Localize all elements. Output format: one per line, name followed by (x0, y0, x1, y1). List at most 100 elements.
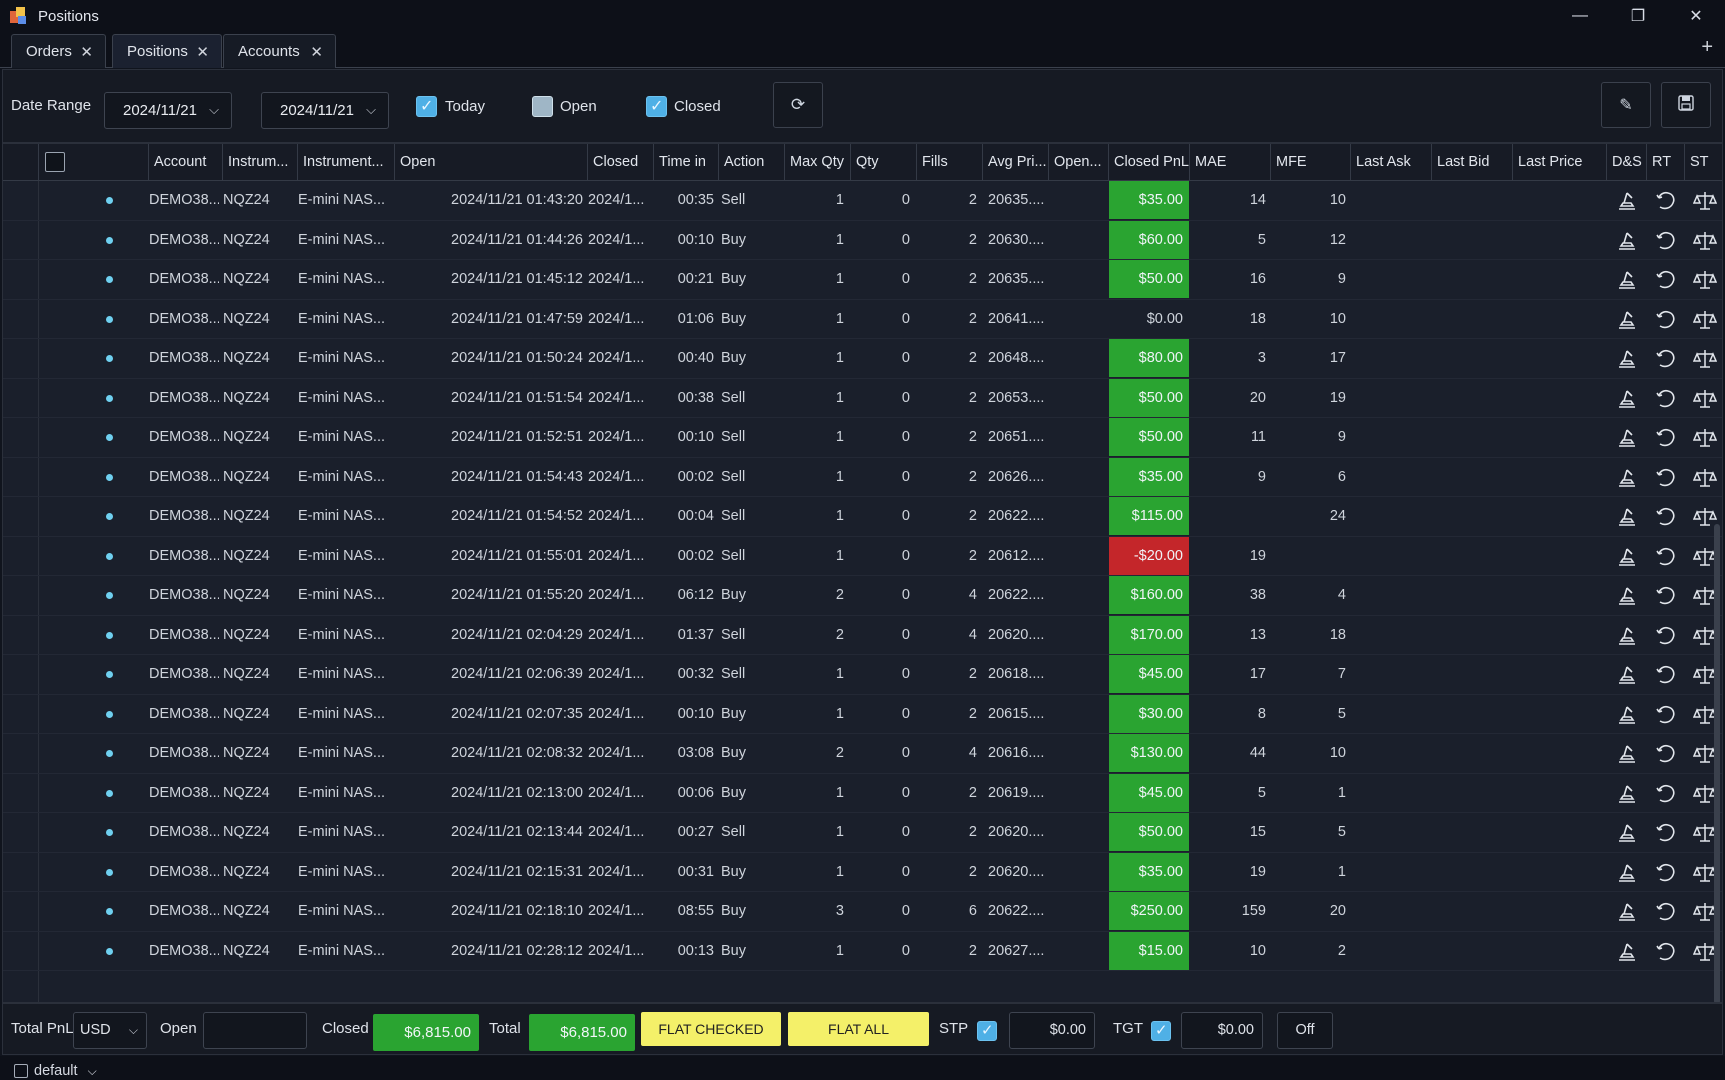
table-row[interactable]: DEMO38... NQZ24 E-mini NAS... 2024/11/21… (3, 536, 1722, 576)
reverse-trade-icon[interactable] (1654, 940, 1678, 964)
close-tab-icon[interactable]: ✕ (196, 43, 209, 61)
table-row[interactable]: DEMO38... NQZ24 E-mini NAS... 2024/11/21… (3, 418, 1722, 458)
reverse-trade-icon[interactable] (1654, 624, 1678, 648)
reverse-trade-icon[interactable] (1654, 861, 1678, 885)
chart-trader-icon[interactable] (1615, 584, 1639, 608)
chart-trader-icon[interactable] (1615, 900, 1639, 924)
reverse-trade-icon[interactable] (1654, 505, 1678, 529)
vertical-scrollbar[interactable] (1714, 524, 1720, 1002)
table-row[interactable]: DEMO38... NQZ24 E-mini NAS... 2024/11/21… (3, 655, 1722, 695)
table-row[interactable]: DEMO38... NQZ24 E-mini NAS... 2024/11/21… (3, 615, 1722, 655)
currency-select[interactable]: USD ⌵ (73, 1012, 147, 1049)
column-header-last-ask[interactable]: Last Ask (1351, 144, 1432, 181)
reverse-trade-icon[interactable] (1654, 347, 1678, 371)
chart-trader-icon[interactable] (1615, 624, 1639, 648)
chart-trader-icon[interactable] (1615, 703, 1639, 727)
chart-trader-icon[interactable] (1615, 505, 1639, 529)
column-header-instrument[interactable]: Instrum... (223, 144, 298, 181)
open-checkbox[interactable] (532, 96, 553, 117)
table-row[interactable]: DEMO38... NQZ24 E-mini NAS... 2024/11/21… (3, 220, 1722, 260)
flat-checked-button[interactable]: FLAT CHECKED (641, 1012, 781, 1046)
save-button[interactable] (1661, 82, 1711, 128)
reverse-trade-icon[interactable] (1654, 821, 1678, 845)
column-header-closed-pnl[interactable]: Closed PnL (1109, 144, 1190, 181)
balance-scale-icon[interactable] (1693, 387, 1717, 411)
balance-scale-icon[interactable] (1693, 466, 1717, 490)
reverse-trade-icon[interactable] (1654, 387, 1678, 411)
table-row[interactable]: DEMO38... NQZ24 E-mini NAS... 2024/11/21… (3, 339, 1722, 379)
balance-scale-icon[interactable] (1693, 426, 1717, 450)
column-header-qty[interactable]: Qty (851, 144, 917, 181)
reverse-trade-icon[interactable] (1654, 466, 1678, 490)
chart-trader-icon[interactable] (1615, 861, 1639, 885)
reverse-trade-icon[interactable] (1654, 268, 1678, 292)
column-header-mfe[interactable]: MFE (1271, 144, 1351, 181)
reverse-trade-icon[interactable] (1654, 782, 1678, 806)
date-from-picker[interactable]: 2024/11/21 ⌵ (104, 92, 232, 129)
tgt-checkbox[interactable] (1151, 1021, 1171, 1041)
select-all-checkbox[interactable] (45, 152, 65, 172)
column-header-action[interactable]: Action (719, 144, 785, 181)
column-header-fills[interactable]: Fills (917, 144, 983, 181)
table-row[interactable]: DEMO38... NQZ24 E-mini NAS... 2024/11/21… (3, 260, 1722, 300)
chart-trader-icon[interactable] (1615, 229, 1639, 253)
tab-positions[interactable]: Positions ✕ (112, 34, 222, 68)
chart-trader-icon[interactable] (1615, 663, 1639, 687)
chart-trader-icon[interactable] (1615, 189, 1639, 213)
table-row[interactable]: DEMO38... NQZ24 E-mini NAS... 2024/11/21… (3, 497, 1722, 537)
chart-trader-icon[interactable] (1615, 545, 1639, 569)
table-row[interactable]: DEMO38... NQZ24 E-mini NAS... 2024/11/21… (3, 300, 1722, 339)
table-row[interactable]: DEMO38... NQZ24 E-mini NAS... 2024/11/21… (3, 734, 1722, 774)
table-row[interactable]: DEMO38... NQZ24 E-mini NAS... 2024/11/21… (3, 892, 1722, 932)
chart-trader-icon[interactable] (1615, 347, 1639, 371)
column-header-closed[interactable]: Closed (588, 144, 654, 181)
column-header-open[interactable]: Open (395, 144, 588, 181)
closed-checkbox[interactable] (646, 96, 667, 117)
off-button[interactable]: Off (1277, 1012, 1333, 1049)
reverse-trade-icon[interactable] (1654, 584, 1678, 608)
column-header-mae[interactable]: MAE (1190, 144, 1271, 181)
chart-trader-icon[interactable] (1615, 821, 1639, 845)
chart-trader-icon[interactable] (1615, 466, 1639, 490)
close-tab-icon[interactable]: ✕ (80, 43, 93, 61)
column-header-time-in[interactable]: Time in (654, 144, 719, 181)
column-header-rt[interactable]: RT (1647, 144, 1685, 181)
column-header-max-qty[interactable]: Max Qty (785, 144, 851, 181)
reverse-trade-icon[interactable] (1654, 545, 1678, 569)
chart-trader-icon[interactable] (1615, 742, 1639, 766)
balance-scale-icon[interactable] (1693, 268, 1717, 292)
table-row[interactable]: DEMO38... NQZ24 E-mini NAS... 2024/11/21… (3, 181, 1722, 221)
minimize-button[interactable]: — (1551, 0, 1609, 32)
stp-value-input[interactable]: $0.00 (1009, 1012, 1095, 1049)
table-row[interactable]: DEMO38... NQZ24 E-mini NAS... 2024/11/21… (3, 378, 1722, 418)
workspace-selector[interactable]: default ⌵ (34, 1063, 97, 1079)
table-row[interactable]: DEMO38... NQZ24 E-mini NAS... 2024/11/21… (3, 813, 1722, 853)
flat-all-button[interactable]: FLAT ALL (788, 1012, 929, 1046)
balance-scale-icon[interactable] (1693, 308, 1717, 332)
table-row[interactable]: DEMO38... NQZ24 E-mini NAS... 2024/11/21… (3, 773, 1722, 813)
tgt-value-input[interactable]: $0.00 (1181, 1012, 1263, 1049)
column-header-instrument-name[interactable]: Instrument... (298, 144, 395, 181)
reverse-trade-icon[interactable] (1654, 663, 1678, 687)
stp-checkbox[interactable] (977, 1021, 997, 1041)
table-row[interactable]: DEMO38... NQZ24 E-mini NAS... 2024/11/21… (3, 694, 1722, 734)
reverse-trade-icon[interactable] (1654, 189, 1678, 213)
chart-trader-icon[interactable] (1615, 387, 1639, 411)
chart-trader-icon[interactable] (1615, 268, 1639, 292)
table-row[interactable]: DEMO38... NQZ24 E-mini NAS... 2024/11/21… (3, 931, 1722, 971)
column-header-last-bid[interactable]: Last Bid (1432, 144, 1513, 181)
column-header-open-pnl[interactable]: Open... (1049, 144, 1109, 181)
reverse-trade-icon[interactable] (1654, 426, 1678, 450)
balance-scale-icon[interactable] (1693, 347, 1717, 371)
close-tab-icon[interactable]: ✕ (310, 43, 323, 61)
table-row[interactable]: DEMO38... NQZ24 E-mini NAS... 2024/11/21… (3, 576, 1722, 616)
reverse-trade-icon[interactable] (1654, 308, 1678, 332)
add-tab-icon[interactable]: + (1701, 36, 1713, 59)
restore-button[interactable]: ❐ (1609, 0, 1667, 32)
column-header-last-price[interactable]: Last Price (1513, 144, 1607, 181)
reverse-trade-icon[interactable] (1654, 900, 1678, 924)
column-header-avg-price[interactable]: Avg Pri... (983, 144, 1049, 181)
tab-orders[interactable]: Orders ✕ (11, 34, 106, 68)
chart-trader-icon[interactable] (1615, 426, 1639, 450)
reverse-trade-icon[interactable] (1654, 742, 1678, 766)
